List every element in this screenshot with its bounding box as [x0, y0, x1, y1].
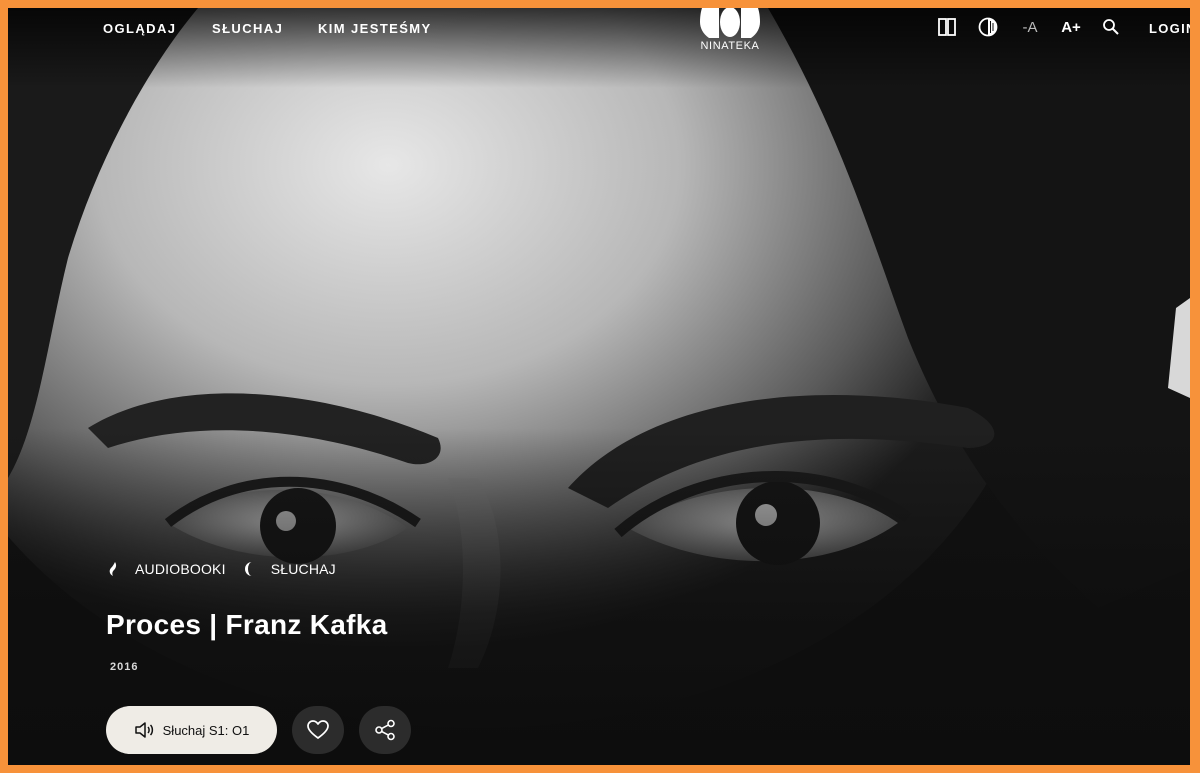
ninateka-logo-mark — [700, 8, 760, 38]
page-title: Proces | Franz Kafka — [106, 609, 388, 640]
heart-icon — [307, 720, 329, 739]
tag-audiobooks[interactable]: AUDIOBOOKI — [108, 561, 226, 577]
hero-image — [8, 8, 1190, 765]
tag-label: SŁUCHAJ — [270, 561, 336, 577]
site-logo[interactable]: NINATEKA — [698, 8, 762, 60]
search-icon[interactable] — [1100, 16, 1122, 38]
nav-watch[interactable]: OGLĄDAJ — [103, 21, 176, 36]
share-button[interactable] — [359, 706, 411, 754]
favorite-button[interactable] — [292, 706, 344, 754]
tag-listen[interactable]: SŁUCHAJ — [244, 561, 336, 577]
page-frame: OGLĄDAJ SŁUCHAJ KIM JESTEŚMY NINATEKA -A… — [8, 8, 1190, 765]
tag-label: AUDIOBOOKI — [135, 561, 226, 577]
nav-about[interactable]: KIM JESTEŚMY — [318, 21, 432, 36]
nav-listen[interactable]: SŁUCHAJ — [212, 21, 283, 36]
font-larger-button[interactable]: A+ — [1059, 16, 1083, 38]
columns-icon[interactable] — [936, 16, 958, 38]
audiobook-icon — [108, 562, 120, 576]
site-header: OGLĄDAJ SŁUCHAJ KIM JESTEŚMY NINATEKA -A… — [8, 8, 1190, 68]
login-link[interactable]: LOGIN — [1149, 21, 1190, 36]
category-tags: AUDIOBOOKI SŁUCHAJ — [108, 561, 336, 577]
release-year: 2016 — [110, 661, 139, 673]
logo-text: NINATEKA — [700, 40, 760, 52]
speaker-icon — [134, 722, 153, 738]
listen-button-label: Słuchaj S1: O1 — [162, 722, 250, 738]
listen-button[interactable]: Słuchaj S1: O1 — [106, 706, 277, 754]
listen-icon — [244, 562, 256, 576]
font-smaller-button[interactable]: -A — [1019, 16, 1041, 38]
share-icon — [375, 719, 395, 741]
contrast-icon[interactable] — [976, 16, 1000, 38]
